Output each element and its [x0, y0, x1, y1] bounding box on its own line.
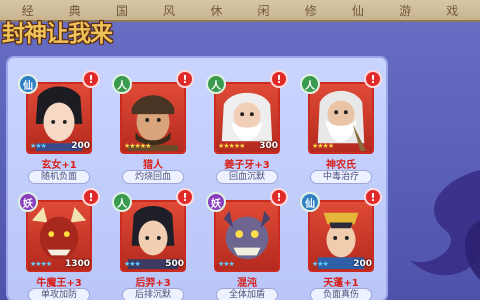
- skill-tag: 中毒治疗: [310, 170, 372, 184]
- ribbon-char: 仙: [351, 3, 364, 18]
- alert-icon: !: [270, 70, 288, 88]
- faction-badge: 人: [112, 192, 132, 212]
- alert-icon: !: [82, 70, 100, 88]
- hero-card[interactable]: 妖! ★★★★ 1300 牛魔王+3 单攻加防: [14, 184, 104, 300]
- hero-card[interactable]: 人! ★★★★★ 300 姜子牙+3 回血沉默: [202, 66, 292, 186]
- hero-card[interactable]: 仙! ★★★ 200 天蓬+1 负面真伤: [296, 184, 386, 300]
- skill-tag: 全体加盾: [216, 288, 278, 300]
- star-rating: ★★★★★: [124, 142, 151, 150]
- skill-tag: 回血沉默: [216, 170, 278, 184]
- hero-list-panel: 仙! ★★★ 200 玄女+1 随机负面人! ★★★★★ 猎人 灼烧回血人! ★★★★★ 300 姜…: [6, 56, 388, 300]
- ribbon-char: 修: [304, 3, 317, 18]
- swirl-decoration: [410, 170, 480, 280]
- ribbon-char: 休: [210, 3, 223, 18]
- hero-card[interactable]: 妖! ★★★ 混沌 全体加盾: [202, 184, 292, 300]
- ribbon-char: 闲: [257, 3, 270, 18]
- faction-badge: 仙: [18, 74, 38, 94]
- star-rating: ★★★★: [30, 260, 52, 268]
- faction-badge: 人: [112, 74, 132, 94]
- alert-icon: !: [176, 188, 194, 206]
- ribbon-char: 游: [399, 3, 412, 18]
- faction-badge: 人: [300, 74, 320, 94]
- hero-card[interactable]: 人! ★★★★ 神农氏 中毒治疗: [296, 66, 386, 186]
- faction-badge: 妖: [18, 192, 38, 212]
- hero-name: 神农氏: [326, 160, 356, 171]
- star-rating: ★★★: [30, 142, 47, 150]
- hero-name: 姜子牙+3: [224, 160, 270, 171]
- hero-power: 500: [165, 259, 184, 269]
- hero-name: 天蓬+1: [323, 278, 359, 289]
- hero-power: 200: [71, 141, 90, 151]
- ribbon-char: 戏: [446, 3, 459, 18]
- hero-name: 牛魔王+3: [36, 278, 82, 289]
- star-rating: ★★★: [124, 260, 141, 268]
- ribbon-char: 风: [163, 3, 176, 18]
- faction-badge: 妖: [206, 192, 226, 212]
- star-rating: ★★★: [218, 260, 235, 268]
- hero-power: 1300: [64, 259, 90, 269]
- hero-name: 混沌: [237, 278, 257, 289]
- skill-tag: 负面真伤: [310, 288, 372, 300]
- skill-tag: 随机负面: [28, 170, 90, 184]
- faction-badge: 人: [206, 74, 226, 94]
- skill-tag: 单攻加防: [28, 288, 90, 300]
- game-logo: 封神让我来: [2, 20, 113, 47]
- star-rating: ★★★★: [312, 142, 334, 150]
- star-rating: ★★★★★: [218, 142, 245, 150]
- hero-card[interactable]: 人! ★★★ 500 后羿+3 后排沉默: [108, 184, 198, 300]
- hero-name: 猎人: [143, 160, 163, 171]
- hero-name: 玄女+1: [41, 160, 77, 171]
- skill-tag: 灼烧回血: [122, 170, 184, 184]
- alert-icon: !: [364, 188, 382, 206]
- hero-power: 200: [353, 259, 372, 269]
- alert-icon: !: [364, 70, 382, 88]
- hero-card[interactable]: 仙! ★★★ 200 玄女+1 随机负面: [14, 66, 104, 186]
- alert-icon: !: [82, 188, 100, 206]
- star-rating: ★★★: [312, 260, 329, 268]
- hero-card[interactable]: 人! ★★★★★ 猎人 灼烧回血: [108, 66, 198, 186]
- hero-name: 后羿+3: [135, 278, 171, 289]
- alert-icon: !: [270, 188, 288, 206]
- alert-icon: !: [176, 70, 194, 88]
- faction-badge: 仙: [300, 192, 320, 212]
- skill-tag: 后排沉默: [122, 288, 184, 300]
- hero-power: 300: [259, 141, 278, 151]
